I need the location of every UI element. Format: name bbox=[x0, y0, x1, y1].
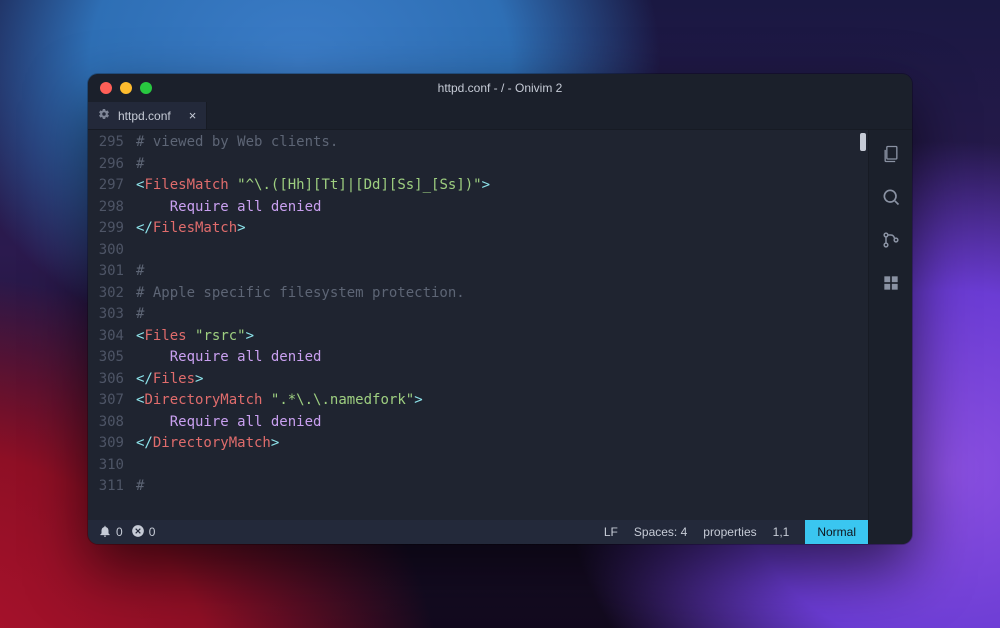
line-number-gutter: 2952962972982993003013023033043053063073… bbox=[88, 130, 132, 520]
notifications-count: 0 bbox=[116, 525, 123, 539]
activity-bar bbox=[868, 130, 912, 544]
traffic-lights bbox=[88, 82, 152, 94]
line-number: 308 bbox=[88, 412, 124, 434]
close-tab-icon[interactable]: × bbox=[189, 108, 197, 123]
code-line[interactable]: Require all denied bbox=[136, 197, 858, 219]
close-window-button[interactable] bbox=[100, 82, 112, 94]
line-number: 309 bbox=[88, 433, 124, 455]
code-content[interactable]: # viewed by Web clients.#<FilesMatch "^\… bbox=[132, 130, 858, 520]
code-line[interactable]: <FilesMatch "^\.([Hh][Tt]|[Dd][Ss]_[Ss])… bbox=[136, 175, 858, 197]
minimize-window-button[interactable] bbox=[120, 82, 132, 94]
search-icon[interactable] bbox=[881, 187, 901, 212]
line-number: 310 bbox=[88, 455, 124, 477]
line-number: 297 bbox=[88, 175, 124, 197]
language-indicator[interactable]: properties bbox=[703, 525, 756, 539]
code-line[interactable]: <DirectoryMatch ".*\.\.namedfork"> bbox=[136, 390, 858, 412]
editor-pane: 2952962972982993003013023033043053063073… bbox=[88, 130, 868, 544]
line-ending-indicator[interactable]: LF bbox=[604, 525, 618, 539]
gear-icon bbox=[98, 108, 110, 123]
indent-indicator[interactable]: Spaces: 4 bbox=[634, 525, 687, 539]
titlebar[interactable]: httpd.conf - / - Onivim 2 bbox=[88, 74, 912, 102]
errors-count: 0 bbox=[149, 525, 156, 539]
files-icon[interactable] bbox=[881, 144, 901, 169]
line-number: 295 bbox=[88, 132, 124, 154]
code-line[interactable]: Require all denied bbox=[136, 412, 858, 434]
code-line[interactable]: </FilesMatch> bbox=[136, 218, 858, 240]
vertical-scrollbar[interactable] bbox=[858, 130, 868, 520]
vim-mode-indicator: Normal bbox=[805, 520, 868, 544]
source-control-icon[interactable] bbox=[881, 230, 901, 255]
code-line[interactable]: # bbox=[136, 261, 858, 283]
errors-button[interactable]: 0 bbox=[131, 524, 156, 541]
tab-httpd-conf[interactable]: httpd.conf × bbox=[88, 102, 207, 129]
line-number: 305 bbox=[88, 347, 124, 369]
fullscreen-window-button[interactable] bbox=[140, 82, 152, 94]
code-line[interactable]: # bbox=[136, 476, 858, 498]
line-number: 302 bbox=[88, 283, 124, 305]
line-number: 300 bbox=[88, 240, 124, 262]
code-line[interactable]: </Files> bbox=[136, 369, 858, 391]
line-number: 296 bbox=[88, 154, 124, 176]
code-line[interactable]: # bbox=[136, 304, 858, 326]
status-bar: 0 0 LF Spaces: 4 properties 1,1 Normal bbox=[88, 520, 868, 544]
code-line[interactable]: <Files "rsrc"> bbox=[136, 326, 858, 348]
text-editor[interactable]: 2952962972982993003013023033043053063073… bbox=[88, 130, 868, 520]
code-line[interactable] bbox=[136, 240, 858, 262]
tab-bar: httpd.conf × bbox=[88, 102, 912, 130]
cursor-position[interactable]: 1,1 bbox=[773, 525, 790, 539]
bell-icon bbox=[98, 524, 112, 541]
line-number: 303 bbox=[88, 304, 124, 326]
scrollbar-thumb[interactable] bbox=[860, 133, 866, 151]
line-number: 306 bbox=[88, 369, 124, 391]
code-line[interactable]: # bbox=[136, 154, 858, 176]
tab-label: httpd.conf bbox=[118, 109, 171, 123]
line-number: 311 bbox=[88, 476, 124, 498]
line-number: 299 bbox=[88, 218, 124, 240]
extensions-icon[interactable] bbox=[881, 273, 901, 298]
line-number: 301 bbox=[88, 261, 124, 283]
code-line[interactable]: </DirectoryMatch> bbox=[136, 433, 858, 455]
code-line[interactable]: Require all denied bbox=[136, 347, 858, 369]
code-line[interactable] bbox=[136, 455, 858, 477]
line-number: 304 bbox=[88, 326, 124, 348]
editor-window: httpd.conf - / - Onivim 2 httpd.conf × 2… bbox=[88, 74, 912, 544]
editor-body: 2952962972982993003013023033043053063073… bbox=[88, 130, 912, 544]
window-title: httpd.conf - / - Onivim 2 bbox=[88, 81, 912, 95]
error-circle-icon bbox=[131, 524, 145, 541]
code-line[interactable]: # Apple specific filesystem protection. bbox=[136, 283, 858, 305]
code-line[interactable]: # viewed by Web clients. bbox=[136, 132, 858, 154]
line-number: 298 bbox=[88, 197, 124, 219]
line-number: 307 bbox=[88, 390, 124, 412]
notifications-button[interactable]: 0 bbox=[98, 524, 123, 541]
